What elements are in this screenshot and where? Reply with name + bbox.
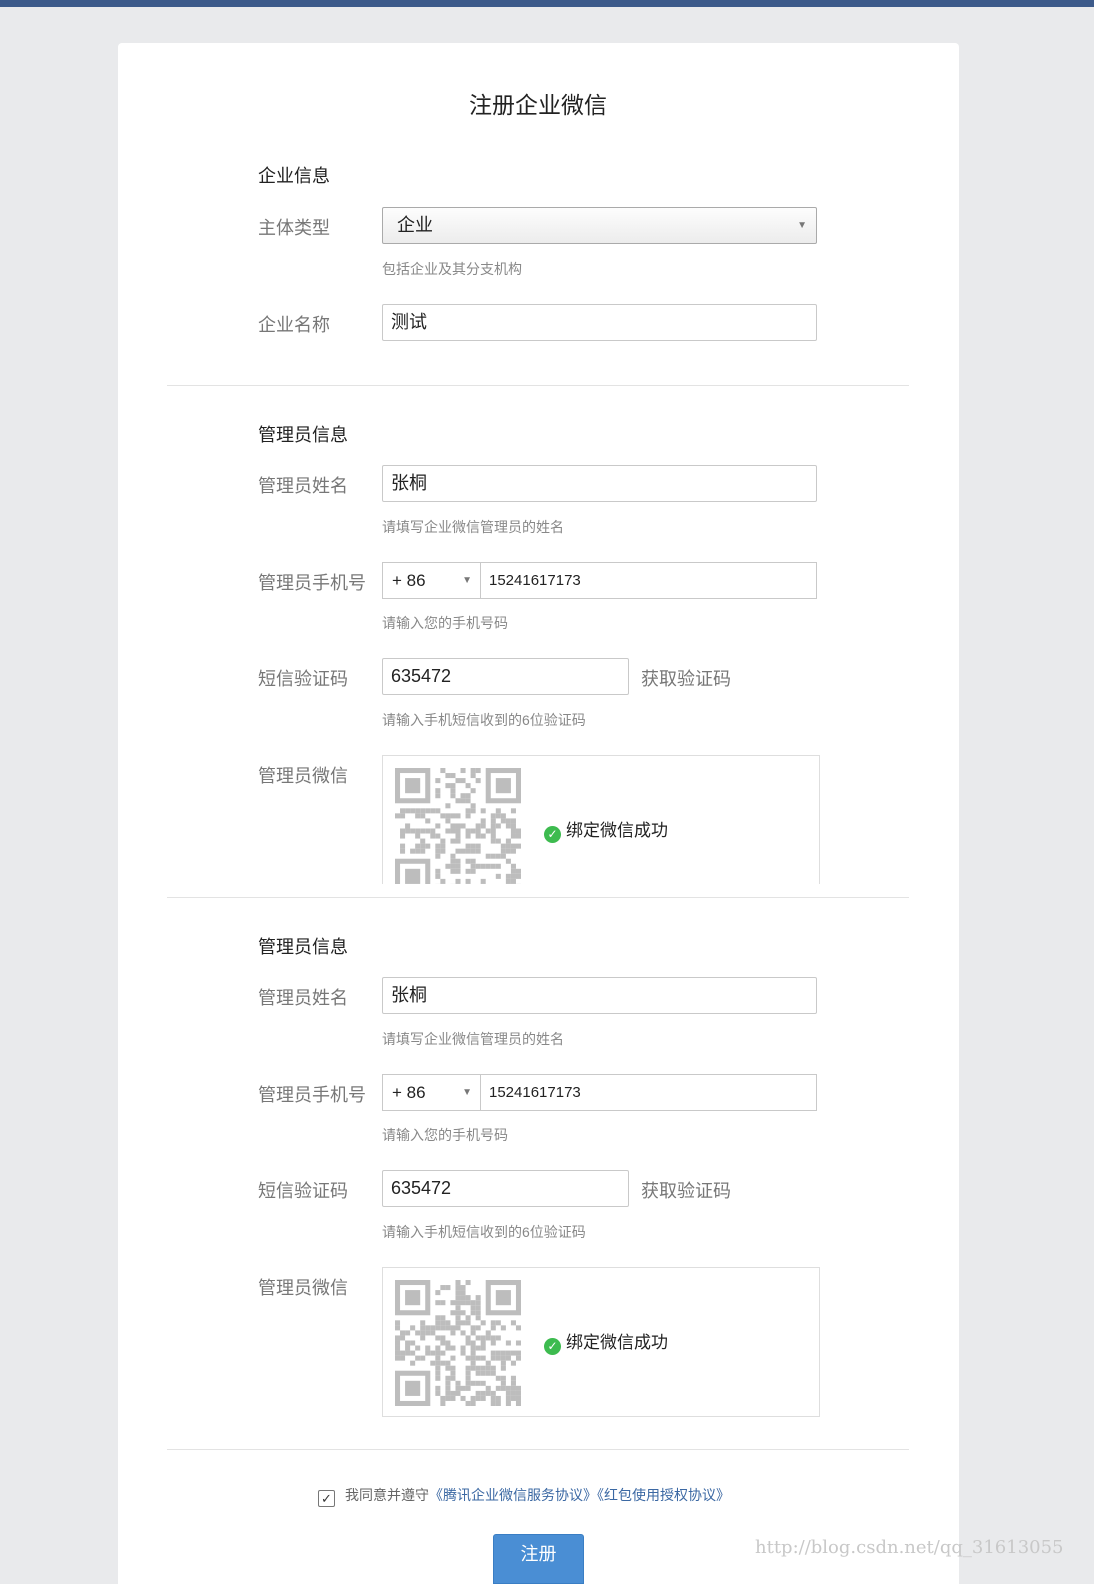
page-title: 注册企业微信 [469, 92, 607, 118]
admin-name-label: 管理员姓名 [258, 476, 348, 496]
get-code-button[interactable]: 获取验证码 [641, 1177, 731, 1203]
wechat-bound-text: 绑定微信成功 [566, 821, 668, 840]
chevron-down-icon: ▼ [462, 575, 472, 586]
wechat-bound-status: ✓ 绑定微信成功 [544, 1328, 668, 1355]
country-code-value: + 86 [392, 1083, 426, 1102]
admin-phone-input[interactable]: 15241617173 [480, 1074, 817, 1111]
admin-wechat-box: ✓ 绑定微信成功 [382, 755, 820, 884]
qr-code-icon [395, 768, 521, 884]
sms-code-hint: 请输入手机短信收到的6位验证码 [382, 712, 586, 728]
country-code-select[interactable]: + 86 ▼ [382, 1074, 480, 1111]
register-button[interactable]: 注册 [493, 1534, 584, 1584]
sms-code-input[interactable]: 635472 [382, 1170, 629, 1207]
sms-code-label: 短信验证码 [258, 1181, 348, 1201]
watermark: http://blog.csdn.net/qq_31613055 [755, 1537, 1064, 1558]
entity-type-label: 主体类型 [258, 218, 330, 238]
admin-phone-hint: 请输入您的手机号码 [382, 615, 508, 631]
enterprise-name-label: 企业名称 [258, 315, 330, 335]
entity-type-hint: 包括企业及其分支机构 [382, 261, 522, 277]
admin-phone-label: 管理员手机号 [258, 573, 366, 593]
sms-code-hint: 请输入手机短信收到的6位验证码 [382, 1224, 586, 1240]
enterprise-section-title: 企业信息 [258, 166, 330, 186]
sms-code-input[interactable]: 635472 [382, 658, 629, 695]
get-code-button[interactable]: 获取验证码 [641, 665, 731, 691]
wechat-bound-status: ✓ 绑定微信成功 [544, 816, 668, 843]
admin-name-input[interactable]: 张桐 [382, 977, 817, 1014]
success-check-icon: ✓ [544, 826, 561, 843]
wechat-bound-text: 绑定微信成功 [566, 1333, 668, 1352]
top-bar [0, 0, 1094, 7]
section-divider [167, 1449, 909, 1450]
redpacket-agreement-link[interactable]: 《红包使用授权协议》 [597, 1487, 730, 1503]
chevron-down-icon: ▼ [462, 1087, 472, 1098]
admin-wechat-label: 管理员微信 [258, 766, 348, 786]
admin-name-input[interactable]: 张桐 [382, 465, 817, 502]
admin-wechat-label: 管理员微信 [258, 1278, 348, 1298]
qr-code-icon [395, 1280, 521, 1406]
admin-name-hint: 请填写企业微信管理员的姓名 [382, 1031, 564, 1047]
admin-section-title: 管理员信息 [258, 425, 348, 445]
country-code-value: + 86 [392, 571, 426, 590]
country-code-select[interactable]: + 86 ▼ [382, 562, 480, 599]
agreement-prefix: 我同意并遵守 [345, 1487, 429, 1503]
admin-phone-hint: 请输入您的手机号码 [382, 1127, 508, 1143]
admin-name-hint: 请填写企业微信管理员的姓名 [382, 519, 564, 535]
admin-phone-input[interactable]: 15241617173 [480, 562, 817, 599]
admin-phone-label: 管理员手机号 [258, 1085, 366, 1105]
admin-section-title: 管理员信息 [258, 937, 348, 957]
section-divider [167, 897, 909, 898]
agreement-row: ✓ 我同意并遵守《腾讯企业微信服务协议》《红包使用授权协议》 [318, 1485, 730, 1507]
sms-code-label: 短信验证码 [258, 669, 348, 689]
admin-name-label: 管理员姓名 [258, 988, 348, 1008]
admin-wechat-box: ✓ 绑定微信成功 [382, 1267, 820, 1417]
enterprise-name-input[interactable]: 测试 [382, 304, 817, 341]
agreement-checkbox[interactable]: ✓ [318, 1490, 335, 1507]
chevron-down-icon: ▼ [797, 220, 807, 231]
section-divider [167, 385, 909, 386]
service-agreement-link[interactable]: 《腾讯企业微信服务协议》 [429, 1487, 597, 1503]
success-check-icon: ✓ [544, 1338, 561, 1355]
entity-type-select[interactable]: 企业 ▼ [382, 207, 817, 244]
entity-type-value: 企业 [397, 215, 433, 235]
